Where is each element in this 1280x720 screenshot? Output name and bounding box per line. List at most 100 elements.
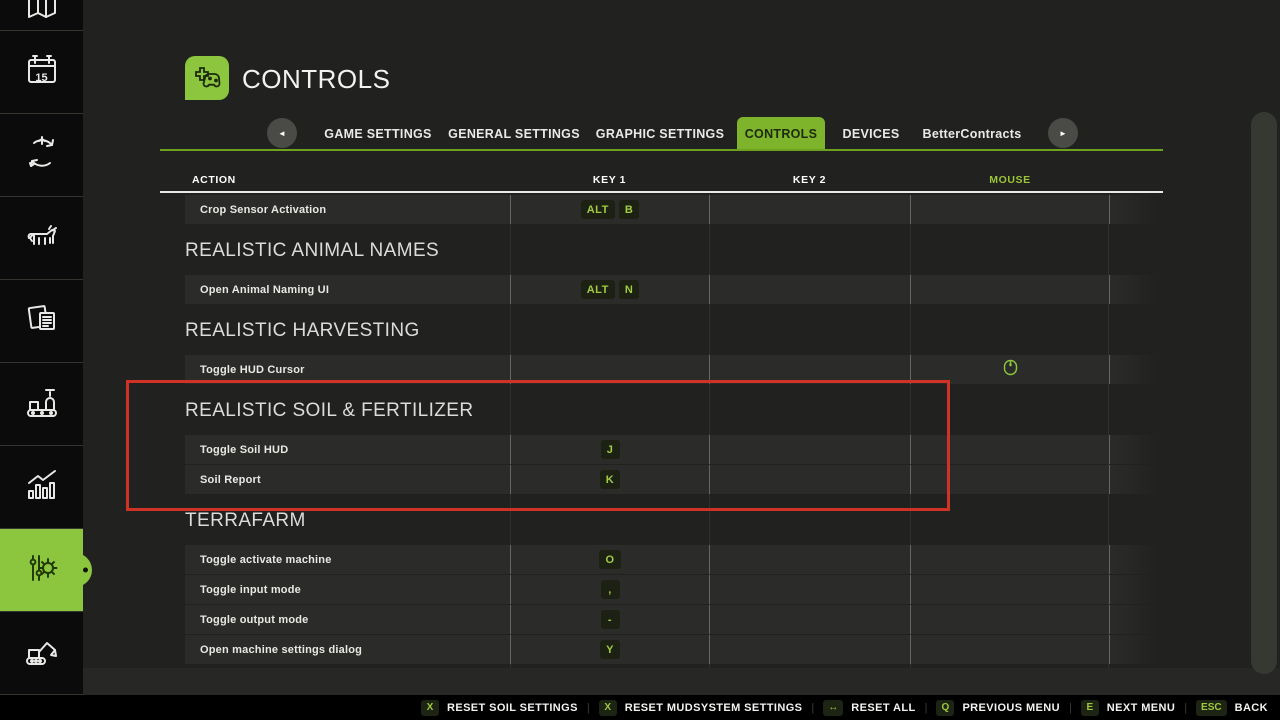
footer-separator: | <box>1184 702 1187 714</box>
mouse-cell[interactable] <box>910 605 1110 634</box>
footer-keycap: E <box>1081 700 1099 716</box>
mouse-cell[interactable] <box>910 195 1110 224</box>
action-label: Toggle activate machine <box>185 545 510 574</box>
footer-label: BACK <box>1235 702 1268 714</box>
key1-cell[interactable]: Y <box>510 635 709 664</box>
key2-cell[interactable] <box>709 545 910 574</box>
key1-cell[interactable]: O <box>510 545 709 574</box>
tab-devices[interactable]: DEVICES <box>840 117 902 151</box>
sidebar-item-animals[interactable] <box>0 197 83 280</box>
binding-row[interactable]: Toggle HUD Cursor <box>185 355 1160 384</box>
footer-hint-bar: XRESET SOIL SETTINGS | X RESET MUDSYSTEM SE… <box>0 695 1280 720</box>
key2-cell[interactable] <box>709 635 910 664</box>
binding-row[interactable]: Soil Report K <box>185 465 1160 494</box>
sidebar-item-contracts[interactable] <box>0 280 83 363</box>
keycap: ALT <box>581 200 615 219</box>
keycap: B <box>619 200 639 219</box>
key2-cell[interactable] <box>709 605 910 634</box>
key1-cell[interactable] <box>510 355 709 384</box>
section-title: REALISTIC ANIMAL NAMES <box>185 239 1280 263</box>
binding-row[interactable]: Toggle Soil HUDJ <box>185 435 1160 464</box>
section-title: TERRAFARM <box>185 509 1280 533</box>
sidebar-item-statistics[interactable] <box>0 446 83 529</box>
row-fade <box>1110 275 1159 304</box>
scroll-fade <box>83 668 1280 695</box>
key2-cell[interactable] <box>709 575 910 604</box>
production-icon <box>22 382 62 427</box>
mouse-cell[interactable] <box>910 355 1110 384</box>
binding-row[interactable]: Toggle output mode- <box>185 605 1160 634</box>
crop-rotation-icon <box>22 133 62 178</box>
mouse-cell[interactable] <box>910 635 1110 664</box>
key2-cell[interactable] <box>709 465 910 494</box>
map-icon <box>22 0 62 30</box>
keycap: K <box>600 470 620 489</box>
keycap: Y <box>600 640 620 659</box>
tab-general-settings[interactable]: GENERAL SETTINGS <box>450 117 578 151</box>
tab-underline <box>160 149 1163 151</box>
footer-keycap: X <box>599 700 617 716</box>
key2-cell[interactable] <box>709 355 910 384</box>
key2-cell[interactable] <box>709 435 910 464</box>
row-fade <box>1110 195 1159 224</box>
sidebar-item-map[interactable] <box>0 0 83 31</box>
footer-label: NEXT MENU <box>1107 702 1175 714</box>
mouse-cell[interactable] <box>910 435 1110 464</box>
footer-keycap: ESC <box>1196 700 1227 716</box>
row-fade <box>1110 605 1159 634</box>
key1-cell[interactable]: K <box>510 465 709 494</box>
row-fade <box>1110 435 1159 464</box>
gamepad-icon <box>185 56 229 100</box>
mouse-cell[interactable] <box>910 465 1110 494</box>
chevron-left-icon: ◄ <box>278 129 286 138</box>
key2-cell[interactable] <box>709 195 910 224</box>
statistics-icon <box>22 465 62 510</box>
sidebar-item-calendar[interactable]: 15 <box>0 31 83 114</box>
key1-cell[interactable]: J <box>510 435 709 464</box>
footer-action-next-menu[interactable]: E NEXT MENU <box>1081 700 1175 716</box>
key1-cell[interactable]: - <box>510 605 709 634</box>
action-label: Soil Report <box>185 465 510 494</box>
sidebar-item-crop-rotation[interactable] <box>0 114 83 197</box>
keycap: , <box>601 580 620 599</box>
row-fade <box>1110 635 1159 664</box>
tab-prev-button[interactable]: ◄ <box>267 118 297 148</box>
tab-bettercontracts[interactable]: BetterContracts <box>922 117 1022 151</box>
key1-cell[interactable]: , <box>510 575 709 604</box>
sidebar-item-construction[interactable] <box>0 612 83 695</box>
key1-cell[interactable]: ALTN <box>510 275 709 304</box>
page-title: CONTROLS <box>242 64 390 95</box>
action-label: Open machine settings dialog <box>185 635 510 664</box>
footer-action-back[interactable]: ESC BACK <box>1196 700 1268 716</box>
footer-action-reset-all[interactable]: ↔RESET ALL <box>823 700 915 716</box>
keycap: N <box>619 280 639 299</box>
binding-row[interactable]: Open machine settings dialog Y <box>185 635 1160 664</box>
binding-row[interactable]: Crop Sensor ActivationALTB <box>185 195 1160 224</box>
controls-table: Crop Sensor ActivationALTB REALISTIC ANIM… <box>0 195 1280 668</box>
tab-next-button[interactable]: ► <box>1048 118 1078 148</box>
sidebar-item-settings[interactable] <box>0 529 83 612</box>
mouse-cell[interactable] <box>910 575 1110 604</box>
binding-row[interactable]: Open Animal Naming UIALTN <box>185 275 1160 304</box>
footer-separator: | <box>925 702 928 714</box>
footer-label: RESET MUDSYSTEM SETTINGS <box>625 702 803 714</box>
mouse-cell[interactable] <box>910 545 1110 574</box>
mouse-cell[interactable] <box>910 275 1110 304</box>
footer-action-previous-menu[interactable]: QPREVIOUS MENU <box>936 700 1060 716</box>
tab-graphic-settings[interactable]: GRAPHIC SETTINGS <box>596 117 724 151</box>
tab-game-settings[interactable]: GAME SETTINGS <box>322 117 434 151</box>
keycap: - <box>601 610 620 629</box>
footer-action-reset-mudsystem-settings[interactable]: X RESET MUDSYSTEM SETTINGS <box>599 700 803 716</box>
binding-row[interactable]: Toggle input mode, <box>185 575 1160 604</box>
key1-cell[interactable]: ALTB <box>510 195 709 224</box>
binding-row[interactable]: Toggle activate machineO <box>185 545 1160 574</box>
header-divider <box>160 191 1163 193</box>
key2-cell[interactable] <box>709 275 910 304</box>
row-fade <box>1110 545 1159 574</box>
footer-action-reset-soil-settings[interactable]: XRESET SOIL SETTINGS <box>421 700 578 716</box>
tab-controls[interactable]: CONTROLS <box>737 117 825 151</box>
footer-separator: | <box>587 702 590 714</box>
footer-label: RESET SOIL SETTINGS <box>447 702 578 714</box>
sidebar-item-production[interactable] <box>0 363 83 446</box>
settings-icon <box>22 548 62 593</box>
